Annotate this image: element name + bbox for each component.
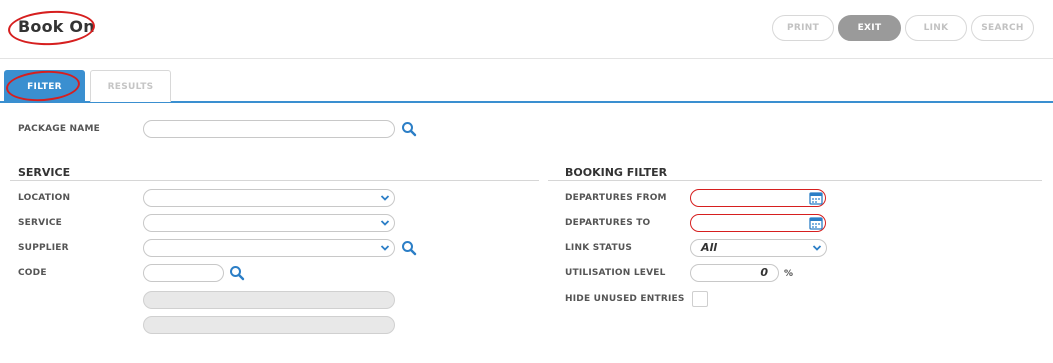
code-label: CODE — [18, 268, 47, 278]
utilisation-level-value: 0 — [760, 266, 768, 279]
booking-filter-section-divider — [548, 180, 1042, 181]
hide-unused-entries-checkbox[interactable] — [692, 291, 708, 307]
calendar-icon[interactable] — [807, 214, 825, 232]
exit-button[interactable]: EXIT — [838, 15, 901, 41]
package-name-label: PACKAGE NAME — [18, 124, 100, 134]
service-section-title: SERVICE — [18, 166, 71, 179]
departures-from-input[interactable] — [690, 189, 826, 207]
link-status-select[interactable]: All — [690, 239, 827, 257]
search-icon[interactable] — [401, 121, 417, 137]
code-description-field-2 — [143, 316, 395, 334]
departures-from-label: DEPARTURES FROM — [565, 193, 667, 203]
tab-results[interactable]: RESULTS — [90, 70, 171, 102]
package-name-input[interactable] — [143, 120, 395, 138]
search-icon[interactable] — [401, 240, 417, 256]
print-button[interactable]: PRINT — [772, 15, 834, 41]
calendar-icon[interactable] — [807, 189, 825, 207]
search-icon[interactable] — [229, 265, 245, 281]
supplier-label: SUPPLIER — [18, 243, 69, 253]
service-section-divider — [10, 180, 539, 181]
location-select[interactable] — [143, 189, 395, 207]
departures-to-label: DEPARTURES TO — [565, 218, 651, 228]
search-button[interactable]: SEARCH — [971, 15, 1034, 41]
code-input[interactable] — [143, 264, 224, 282]
link-status-value: All — [701, 241, 718, 254]
code-description-field — [143, 291, 395, 309]
utilisation-level-label: UTILISATION LEVEL — [565, 268, 666, 278]
service-select[interactable] — [143, 214, 395, 232]
chevron-down-icon — [380, 195, 390, 201]
service-label: SERVICE — [18, 218, 63, 228]
location-label: LOCATION — [18, 193, 71, 203]
chevron-down-icon — [380, 220, 390, 226]
chevron-down-icon — [812, 245, 822, 251]
chevron-down-icon — [380, 245, 390, 251]
departures-to-input[interactable] — [690, 214, 826, 232]
link-button[interactable]: LINK — [905, 15, 967, 41]
link-status-label: LINK STATUS — [565, 243, 633, 253]
utilisation-level-input[interactable]: 0 — [690, 264, 779, 282]
percent-unit: % — [784, 269, 794, 279]
booking-filter-section-title: BOOKING FILTER — [565, 166, 668, 179]
supplier-select[interactable] — [143, 239, 395, 257]
hide-unused-entries-label: HIDE UNUSED ENTRIES — [565, 294, 685, 304]
